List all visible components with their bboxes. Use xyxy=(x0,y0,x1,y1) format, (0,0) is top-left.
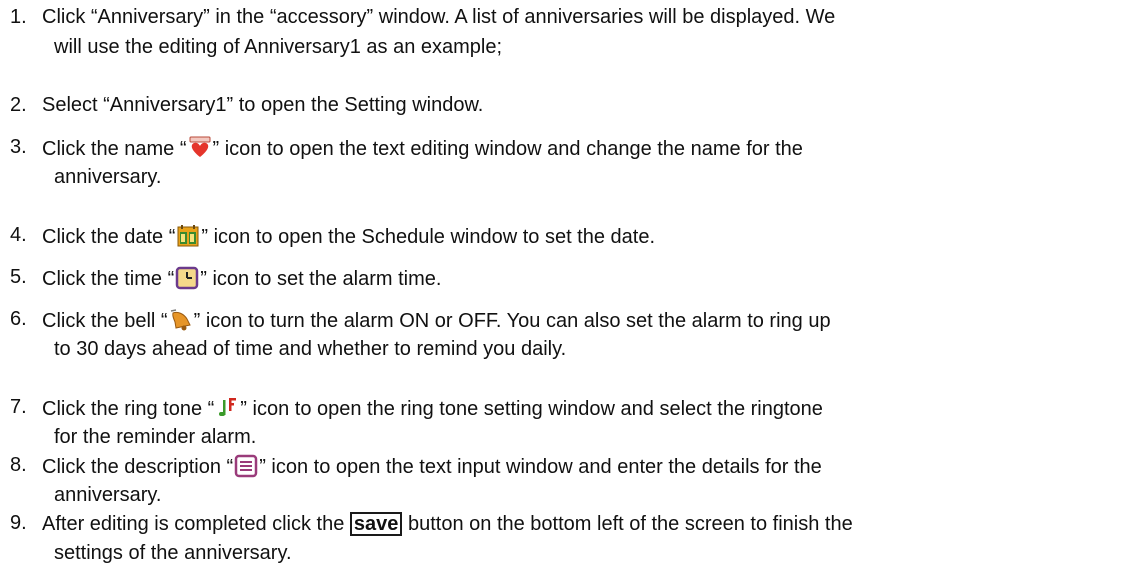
step-text: Click the ring tone “ ” icon to open the… xyxy=(42,396,823,420)
step-text-after: ” icon to open the ring tone setting win… xyxy=(240,398,823,420)
step-text-before: Click the bell “ xyxy=(42,310,168,332)
step-text-continued: settings of the anniversary. xyxy=(54,542,292,564)
step-number: 2. xyxy=(10,94,27,116)
step-text: Select “Anniversary1” to open the Settin… xyxy=(42,94,484,116)
step-text-after: ” icon to set the alarm time. xyxy=(200,268,442,290)
step-text: Click “Anniversary” in the “accessory” w… xyxy=(42,6,836,28)
step-text-continued: anniversary. xyxy=(54,484,162,506)
step-text-before: Click the time “ xyxy=(42,268,175,290)
step-number: 8. xyxy=(10,454,27,476)
step-number: 9. xyxy=(10,512,27,534)
step-text: Click the time “ ” icon to set the alarm… xyxy=(42,266,441,290)
step-text-after: ” icon to turn the alarm ON or OFF. You … xyxy=(193,310,831,332)
step-number: 1. xyxy=(10,6,27,28)
step-text-before: Click the ring tone “ xyxy=(42,398,215,420)
step-number: 3. xyxy=(10,136,27,158)
step-text: Click the name “ ” icon to open the text… xyxy=(42,136,803,160)
calendar-icon xyxy=(175,224,201,248)
step-text-before: Click the name “ xyxy=(42,138,187,160)
bell-icon xyxy=(168,308,194,332)
step-text: Click the description “ ” icon to open t… xyxy=(42,454,822,478)
step-text-after: ” icon to open the Schedule window to se… xyxy=(201,226,656,248)
save-button-label: save xyxy=(349,512,403,536)
step-text-continued: anniversary. xyxy=(54,166,162,188)
step-text-before: After editing is completed click the xyxy=(42,513,350,535)
step-number: 4. xyxy=(10,224,27,246)
step-text-after: ” icon to open the text editing window a… xyxy=(212,138,803,160)
description-icon xyxy=(233,454,259,478)
step-number: 6. xyxy=(10,308,27,330)
music-note-icon xyxy=(214,396,240,420)
step-text-after: button on the bottom left of the screen … xyxy=(402,513,853,535)
heart-icon xyxy=(187,136,213,160)
clock-icon xyxy=(174,266,200,290)
step-text-continued: for the reminder alarm. xyxy=(54,426,257,448)
step-text-before: Click the date “ xyxy=(42,226,176,248)
step-text: Click the bell “ ” icon to turn the alar… xyxy=(42,308,831,332)
step-text-continued: will use the editing of Anniversary1 as … xyxy=(54,36,503,58)
step-text: Click the date “ ” icon to open the Sche… xyxy=(42,224,655,248)
step-number: 5. xyxy=(10,266,27,288)
step-number: 7. xyxy=(10,396,27,418)
step-text-after: ” icon to open the text input window and… xyxy=(259,456,822,478)
step-text-continued: to 30 days ahead of time and whether to … xyxy=(54,338,567,360)
step-text: After editing is completed click the sav… xyxy=(42,512,853,536)
step-text-before: Click the description “ xyxy=(42,456,234,478)
